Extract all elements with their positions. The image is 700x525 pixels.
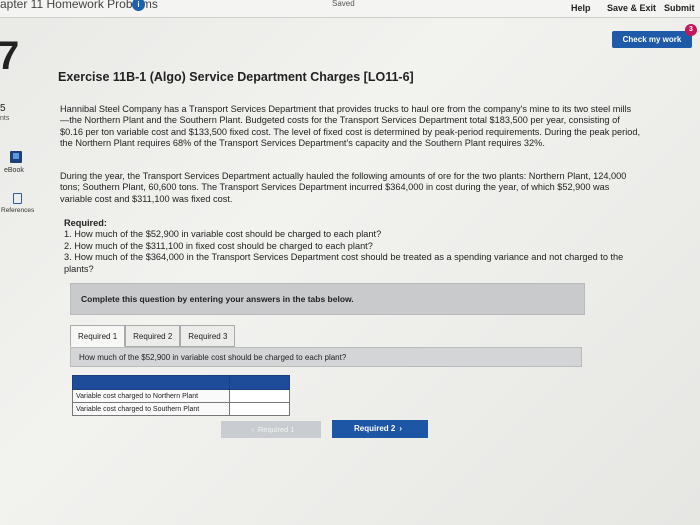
problem-paragraph-2: During the year, the Transport Services … <box>60 171 627 204</box>
required-item: 2. How much of the $311,100 in fixed cos… <box>64 240 373 251</box>
tab-required-1[interactable]: Required 1 <box>70 325 126 347</box>
references-link[interactable]: References <box>1 207 34 214</box>
ebook-link[interactable]: eBook <box>4 167 24 174</box>
points-value: 5 <box>0 103 6 114</box>
table-row: Variable cost charged to Northern Plant <box>72 389 290 403</box>
chevron-right-icon: › <box>399 424 402 433</box>
northern-plant-variable-cost-input[interactable] <box>230 390 289 402</box>
check-my-work-button[interactable]: Check my work <box>612 31 692 48</box>
submit-link[interactable]: Submit <box>664 3 695 13</box>
southern-plant-variable-cost-input[interactable] <box>230 403 289 415</box>
required-section: Required: 1. How much of the $52,900 in … <box>64 218 644 275</box>
references-icon[interactable] <box>13 193 22 204</box>
required-heading: Required: <box>64 218 107 228</box>
saved-status: Saved <box>332 0 355 8</box>
required-item: 3. How much of the $364,000 in the Trans… <box>64 252 624 274</box>
help-link[interactable]: Help <box>571 3 591 13</box>
row-label: Variable cost charged to Northern Plant <box>72 389 230 403</box>
points-label: nts <box>0 115 10 122</box>
ebook-icon[interactable] <box>10 151 22 163</box>
tab-required-3[interactable]: Required 3 <box>180 325 236 347</box>
tab-required-2[interactable]: Required 2 <box>125 325 181 347</box>
table-row: Variable cost charged to Southern Plant <box>72 402 290 416</box>
row-label: Variable cost charged to Southern Plant <box>72 402 230 416</box>
top-bar: apter 11 Homework Problems i Saved Help … <box>0 0 700 18</box>
instruction-text: Complete this question by entering your … <box>81 294 354 304</box>
exercise-title: Exercise 11B-1 (Algo) Service Department… <box>58 70 414 84</box>
required-tabs: Required 1 Required 2 Required 3 <box>70 325 236 347</box>
previous-required-button[interactable]: ‹ Required 1 <box>221 421 321 438</box>
check-count-badge: 3 <box>685 24 697 36</box>
next-required-button[interactable]: Required 2 › <box>332 420 428 438</box>
chevron-left-icon: ‹ <box>251 425 254 434</box>
answer-table-header <box>72 375 290 390</box>
instruction-bar: Complete this question by entering your … <box>70 283 585 315</box>
required-item: 1. How much of the $52,900 in variable c… <box>64 229 382 240</box>
next-label: Required 2 <box>353 424 396 433</box>
question-text: How much of the $52,900 in variable cost… <box>79 353 347 362</box>
prev-label: Required 1 <box>257 425 295 434</box>
answer-table: Variable cost charged to Northern Plant … <box>72 375 290 416</box>
save-exit-link[interactable]: Save & Exit <box>607 3 656 13</box>
problem-paragraph-1: Hannibal Steel Company has a Transport S… <box>60 104 641 149</box>
question-number: 7 <box>0 34 20 78</box>
question-bar: How much of the $52,900 in variable cost… <box>70 347 582 367</box>
